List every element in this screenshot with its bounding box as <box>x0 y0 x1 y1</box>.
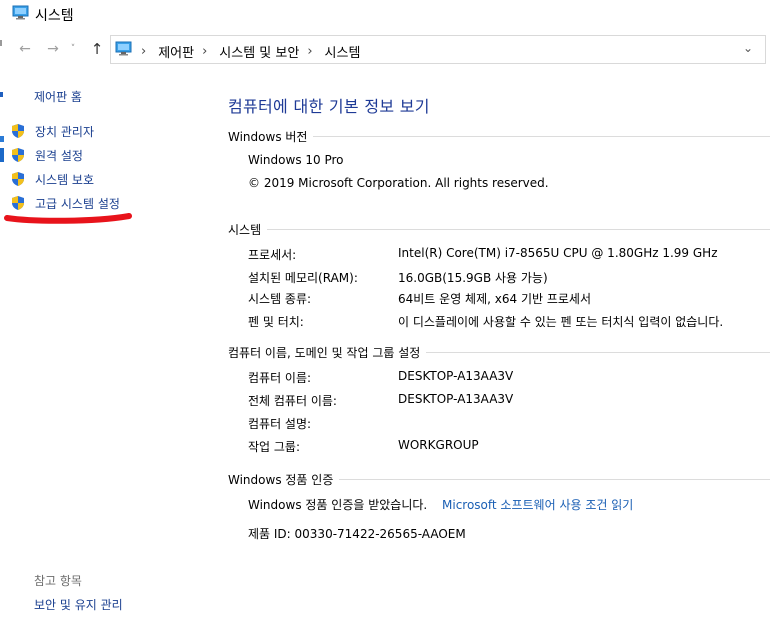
system-section: 시스템 <box>228 221 770 239</box>
main-content: 컴퓨터에 대한 기본 정보 보기 Windows 버전 Windows 10 P… <box>200 80 770 631</box>
section-header: 시스템 <box>228 221 268 238</box>
copyright-text: © 2019 Microsoft Corporation. All rights… <box>248 176 549 190</box>
security-maintenance-link[interactable]: 보안 및 유지 관리 <box>34 596 123 613</box>
sidebar-item-label: 장치 관리자 <box>35 124 95 139</box>
processor-value: Intel(R) Core(TM) i7-8565U CPU @ 1.80GHz… <box>398 246 718 260</box>
license-terms-link[interactable]: Microsoft 소프트웨어 사용 조건 읽기 <box>442 496 633 513</box>
computer-description-label: 컴퓨터 설명: <box>248 417 312 431</box>
breadcrumb-system[interactable]: 시스템 <box>325 42 361 61</box>
computer-name-section: 컴퓨터 이름, 도메인 및 작업 그룹 설정 <box>228 344 770 362</box>
pen-touch-value: 이 디스플레이에 사용할 수 있는 펜 또는 터치식 입력이 없습니다. <box>398 315 724 329</box>
sidebar-item-device-manager[interactable]: 장치 관리자 <box>10 122 94 140</box>
title-bar: 시스템 <box>0 0 770 30</box>
section-header: Windows 버전 <box>228 128 314 145</box>
system-type-label: 시스템 종류: <box>248 292 312 306</box>
forward-arrow-icon[interactable]: → <box>44 40 62 58</box>
full-computer-name-label: 전체 컴퓨터 이름: <box>248 394 337 408</box>
product-id: 제품 ID: 00330-71422-26565-AAOEM <box>248 527 466 541</box>
workgroup-label: 작업 그룹: <box>248 440 301 454</box>
uac-shield-icon <box>12 196 24 210</box>
uac-shield-icon <box>12 172 24 186</box>
breadcrumb-separator-icon[interactable]: › <box>202 44 207 59</box>
see-also-header: 참고 항목 <box>34 574 82 588</box>
address-bar[interactable]: › 제어판 › 시스템 및 보안 › 시스템 ⌄ <box>110 35 766 64</box>
red-highlight-underline <box>4 213 132 224</box>
workgroup-value: WORKGROUP <box>398 438 479 452</box>
ram-value: 16.0GB(15.9GB 사용 가능) <box>398 271 548 285</box>
sidebar-item-label: 시스템 보호 <box>35 172 95 187</box>
breadcrumb-separator-icon[interactable]: › <box>307 44 312 59</box>
full-computer-name-value: DESKTOP-A13AA3V <box>398 392 514 406</box>
page-title: 컴퓨터에 대한 기본 정보 보기 <box>228 97 430 116</box>
sidebar-item-label: 고급 시스템 설정 <box>35 196 120 211</box>
breadcrumb-separator-icon[interactable]: › <box>141 44 146 59</box>
system-monitor-icon <box>12 5 29 20</box>
sidebar-item-remote-settings[interactable]: 원격 설정 <box>10 146 83 164</box>
up-arrow-icon[interactable]: ↑ <box>88 40 106 58</box>
address-dropdown-chevron-icon[interactable]: ⌄ <box>743 41 753 55</box>
computer-name-value: DESKTOP-A13AA3V <box>398 369 514 383</box>
back-arrow-icon[interactable]: ← <box>16 40 34 58</box>
control-panel-icon <box>115 41 132 56</box>
system-type-value: 64비트 운영 체제, x64 기반 프로세서 <box>398 292 592 306</box>
sidebar-item-label: 원격 설정 <box>35 148 83 163</box>
breadcrumb-system-security[interactable]: 시스템 및 보안 <box>219 42 299 61</box>
uac-shield-icon <box>12 124 24 138</box>
activation-section: Windows 정품 인증 <box>228 471 770 489</box>
edition-name: Windows 10 Pro <box>248 153 344 167</box>
windows-edition-section: Windows 버전 <box>228 128 770 146</box>
processor-label: 프로세서: <box>248 248 297 262</box>
window-title: 시스템 <box>35 8 74 24</box>
sidebar: 제어판 홈 장치 관리자 원격 설정 시스템 보호 고급 시스템 설정 참고 항… <box>0 80 200 631</box>
pen-touch-label: 펜 및 터치: <box>248 315 304 329</box>
section-header: Windows 정품 인증 <box>228 471 340 488</box>
sidebar-item-system-protection[interactable]: 시스템 보호 <box>10 170 94 188</box>
ram-label: 설치된 메모리(RAM): <box>248 271 358 285</box>
computer-name-label: 컴퓨터 이름: <box>248 371 312 385</box>
breadcrumb: › 제어판 › 시스템 및 보안 › 시스템 <box>139 42 360 61</box>
uac-shield-icon <box>12 148 24 162</box>
recent-locations-chevron-icon[interactable]: ˅ <box>68 40 78 58</box>
breadcrumb-control-panel[interactable]: 제어판 <box>158 42 194 61</box>
control-panel-home-link[interactable]: 제어판 홈 <box>34 88 82 105</box>
activation-status: Windows 정품 인증을 받았습니다. <box>248 498 428 512</box>
section-header: 컴퓨터 이름, 도메인 및 작업 그룹 설정 <box>228 344 427 361</box>
section-divider <box>228 229 770 230</box>
